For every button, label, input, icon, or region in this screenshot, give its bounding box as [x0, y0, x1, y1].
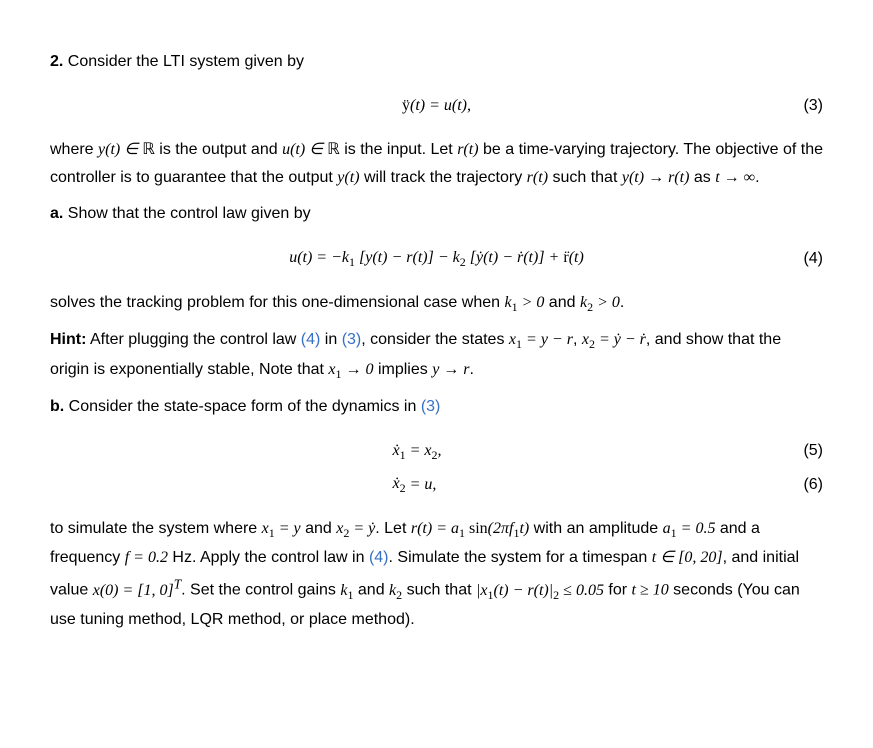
- equation-3: ÿ(t) = u(t), (3): [50, 92, 823, 120]
- y-to-r-short: y → r: [432, 361, 469, 378]
- equation-5: ẋ1 = x2, (5): [50, 437, 823, 466]
- part-b: b. Consider the state-space form of the …: [50, 393, 823, 421]
- x1-def: x1 = y − r: [509, 331, 573, 348]
- x2-ydot: x2 = ẏ: [336, 520, 375, 537]
- equation-4: u(t) = −k1 [y(t) − r(t)] − k2 [ẏ(t) − ṙ(…: [50, 244, 823, 273]
- eq5-rhs: = x2,: [408, 437, 442, 466]
- a1-val: a1 = 0.5: [663, 520, 716, 537]
- problem-intro: 2. Consider the LTI system given by: [50, 48, 823, 76]
- t-ge-10: t ≥ 10: [632, 582, 669, 599]
- eq3-number: (3): [803, 92, 823, 120]
- r-def: r(t) = a1 sin(2πf1t): [411, 520, 529, 537]
- ref-eq4-b[interactable]: (4): [369, 549, 389, 566]
- equation-5-6: ẋ1 = x2, (5) ẋ2 = u, (6): [50, 437, 823, 499]
- f-val: f = 0.2: [125, 549, 168, 566]
- x2-def: x2 = ẏ − ṙ: [582, 331, 646, 348]
- part-a: a. Show that the control law given by: [50, 200, 823, 228]
- err-cond: |x1(t) − r(t)|2 ≤ 0.05: [476, 582, 604, 599]
- part-b-paragraph: to simulate the system where x1 = y and …: [50, 515, 823, 634]
- part-b-label: b.: [50, 398, 64, 415]
- ref-eq4[interactable]: (4): [301, 331, 321, 348]
- eq6-number: (6): [803, 471, 823, 499]
- k2-pos: k2 > 0: [580, 294, 620, 311]
- x1-y: x1 = y: [262, 520, 301, 537]
- k1-pos: k1 > 0: [504, 294, 544, 311]
- y-in-R: y(t) ∈ ℝ: [98, 141, 155, 158]
- k1: k1: [340, 582, 353, 599]
- eq3-content: ÿ(t) = u(t),: [402, 92, 471, 120]
- eq4-content: u(t) = −k1 [y(t) − r(t)] − k2 [ẏ(t) − ṙ(…: [289, 244, 584, 273]
- part-a-label: a.: [50, 205, 63, 222]
- r-t: r(t): [457, 141, 478, 158]
- eq6-lhs: ẋ2: [50, 470, 408, 499]
- ref-eq3[interactable]: (3): [342, 331, 362, 348]
- intro-text: Consider the LTI system given by: [68, 53, 304, 70]
- y-to-r: y(t) → r(t): [622, 169, 690, 186]
- paragraph-1: where y(t) ∈ ℝ is the output and u(t) ∈ …: [50, 136, 823, 192]
- t-to-inf: t → ∞: [715, 169, 755, 186]
- problem-number: 2.: [50, 53, 63, 70]
- t-span: t ∈ [0, 20]: [652, 549, 723, 566]
- r-t-2: r(t): [527, 169, 548, 186]
- x0: x(0) = [1, 0]T: [93, 582, 181, 599]
- y-t: y(t): [337, 169, 359, 186]
- eq5-number: (5): [803, 437, 823, 465]
- eq6-rhs: = u,: [408, 471, 437, 499]
- ref-eq3-b[interactable]: (3): [421, 398, 441, 415]
- x1-to-0: x1 → 0: [328, 361, 373, 378]
- equation-6: ẋ2 = u, (6): [50, 470, 823, 499]
- k2: k2: [389, 582, 402, 599]
- part-a-after: solves the tracking problem for this one…: [50, 289, 823, 318]
- eq4-number: (4): [803, 245, 823, 273]
- eq5-lhs: ẋ1: [50, 437, 408, 466]
- hint-label: Hint:: [50, 331, 86, 348]
- hint-paragraph: Hint: After plugging the control law (4)…: [50, 326, 823, 384]
- u-in-R: u(t) ∈ ℝ: [282, 141, 340, 158]
